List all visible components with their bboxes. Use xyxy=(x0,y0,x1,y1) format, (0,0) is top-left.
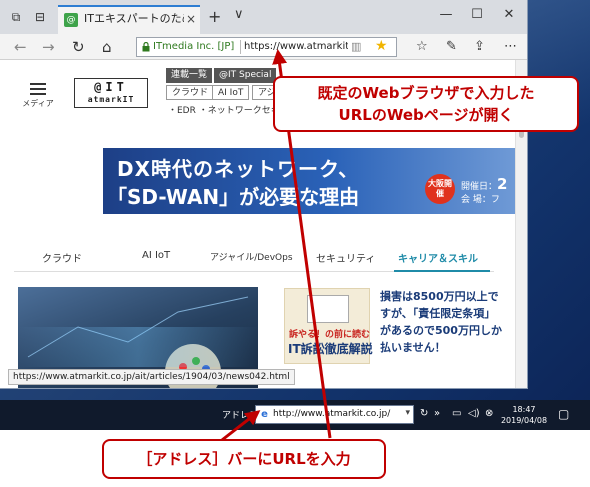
site-identity[interactable]: ITmedia Inc. [JP] xyxy=(153,40,234,54)
back-arrow-icon[interactable]: ← xyxy=(14,38,27,56)
book-graphic xyxy=(307,295,349,323)
active-tab-underline xyxy=(394,270,490,272)
address-bar[interactable]: ITmedia Inc. [JP] https://www.atmarkit.c… xyxy=(136,37,397,57)
taskbar-address-label: アドレス xyxy=(222,411,259,421)
callout-enter-url: ［アドレス］バーにURLを入力 xyxy=(102,439,386,479)
callout-top-line2: URLのWebページが開く xyxy=(338,106,514,124)
windows-taskbar: アドレス e http://www.atmarkit.co.jp/ ▾ ↻ » … xyxy=(0,400,590,430)
address-dropdown-icon[interactable]: ▾ xyxy=(405,408,410,418)
taskbar-clock[interactable]: 18:47 2019/04/08 xyxy=(500,404,548,426)
banner-date-value: 2 xyxy=(497,175,508,193)
reading-view-icon[interactable]: ▥ xyxy=(351,40,361,53)
category-nav: クラウド AI IoT アジャイル/DevOps セキュリティ キャリア＆スキル xyxy=(14,242,494,272)
callout-top-line1: 既定のWebブラウザで入力した xyxy=(317,84,535,102)
banner-venue-label: 会 場：フ xyxy=(461,195,500,205)
go-arrow-icon[interactable]: » xyxy=(434,408,440,419)
tab-title: ITエキスパートのための問題 xyxy=(84,12,184,25)
nav-pill-ai-iot[interactable]: AI IoT xyxy=(212,85,250,100)
media-menu-button[interactable]: メディア xyxy=(20,80,56,109)
atmarkit-logo[interactable]: @IT atmarkIT xyxy=(74,78,148,108)
nav-pill-cloud[interactable]: クラウド xyxy=(166,85,215,100)
title-bar: ⧉ ⊟ @ ITエキスパートのための問題 × + ∨ — ☐ ✕ xyxy=(0,0,527,34)
ad-image-caption: 訴やる！の前に読む xyxy=(289,330,371,340)
close-window-button[interactable]: ✕ xyxy=(494,7,524,22)
ad-headline-link[interactable]: 損害は8500万円以上ですが、「責任限定条項」があるので500万円しか払いません… xyxy=(380,288,506,356)
logo-text-bottom: atmarkIT xyxy=(87,95,135,104)
taskbar-address-bar[interactable]: e http://www.atmarkit.co.jp/ ▾ xyxy=(255,405,414,424)
show-aside-tabs-icon[interactable]: ⊟ xyxy=(32,9,48,25)
ad-banner[interactable]: DX時代のネットワーク、 「SD-WAN」が必要な理由 大阪開催 開催日：2 会… xyxy=(103,148,515,214)
desktop: ⧉ ⊟ @ ITエキスパートのための問題 × + ∨ — ☐ ✕ ← → ↻ ⌂ xyxy=(0,0,590,430)
more-menu-icon[interactable]: ⋯ xyxy=(504,39,517,54)
home-icon[interactable]: ⌂ xyxy=(102,38,112,56)
banner-headline-2: 「SD-WAN」が必要な理由 xyxy=(107,185,360,209)
minimize-button[interactable]: — xyxy=(431,7,461,22)
url-text[interactable]: https://www.atmarkit.co xyxy=(244,40,348,54)
volume-icon[interactable]: ◁) xyxy=(468,408,480,419)
category-tab-cloud[interactable]: クラウド xyxy=(42,250,82,265)
banner-event-info: 開催日：2 会 場：フ xyxy=(461,175,508,207)
ie-page-icon: e xyxy=(261,409,268,420)
category-tab-agile[interactable]: アジャイル/DevOps xyxy=(210,250,293,263)
status-bar-url: https://www.atmarkit.co.jp/ait/articles/… xyxy=(8,369,295,385)
action-center-icon[interactable]: ▢ xyxy=(558,407,569,421)
tab-list-chevron-icon[interactable]: ∨ xyxy=(234,7,244,22)
nav-pill-series[interactable]: 連載一覧 xyxy=(166,68,213,83)
category-tab-security[interactable]: セキュリティ xyxy=(316,250,375,265)
refresh-icon[interactable]: ↻ xyxy=(72,38,85,56)
set-aside-tabs-icon[interactable]: ⧉ xyxy=(8,9,24,25)
refresh-icon[interactable]: ↻ xyxy=(420,408,428,419)
pen-notes-icon[interactable]: ✎ xyxy=(446,39,457,54)
maximize-button[interactable]: ☐ xyxy=(462,7,492,22)
banner-headline-1: DX時代のネットワーク、 xyxy=(117,157,360,181)
network-icon[interactable]: ▭ xyxy=(452,408,461,419)
taskbar-address-input[interactable]: http://www.atmarkit.co.jp/ xyxy=(273,408,390,421)
edge-browser-window: ⧉ ⊟ @ ITエキスパートのための問題 × + ∨ — ☐ ✕ ← → ↻ ⌂ xyxy=(0,0,527,388)
topic-links[interactable]: ・EDR ・ネットワークセキュ xyxy=(168,103,289,116)
favorite-star-icon[interactable]: ★ xyxy=(375,38,388,54)
site-favicon-icon: @ xyxy=(64,13,78,27)
ad-image-title: IT訴訟徹底解説 xyxy=(288,342,373,356)
browser-tab[interactable]: @ ITエキスパートのための問題 × xyxy=(58,5,200,34)
lock-icon xyxy=(142,42,150,52)
new-tab-button[interactable]: + xyxy=(208,7,221,26)
menu-label: メディア xyxy=(22,99,54,108)
category-tab-career[interactable]: キャリア＆スキル xyxy=(398,250,478,265)
ad-book-image[interactable]: 訴やる！の前に読む IT訴訟徹底解説 xyxy=(284,288,373,364)
callout-page-opens: 既定のWebブラウザで入力した URLのWebページが開く xyxy=(273,76,579,132)
close-circle-icon[interactable]: ⊗ xyxy=(485,408,493,419)
share-icon[interactable]: ⇪ xyxy=(474,39,485,54)
banner-badge: 大阪開催 xyxy=(425,174,455,204)
forward-arrow-icon[interactable]: → xyxy=(42,38,55,56)
clock-time: 18:47 xyxy=(512,405,536,414)
banner-date-label: 開催日： xyxy=(461,182,498,192)
address-divider xyxy=(240,40,241,54)
favorites-hub-icon[interactable]: ☆ xyxy=(416,39,428,54)
tab-close-icon[interactable]: × xyxy=(186,12,196,26)
logo-text-top: @IT xyxy=(94,80,128,94)
nav-pill-special[interactable]: @IT Special xyxy=(214,68,277,83)
navigation-bar: ← → ↻ ⌂ ITmedia Inc. [JP] https://www.at… xyxy=(0,34,527,60)
category-tab-ai-iot[interactable]: AI IoT xyxy=(142,250,170,261)
clock-date: 2019/04/08 xyxy=(500,416,548,425)
